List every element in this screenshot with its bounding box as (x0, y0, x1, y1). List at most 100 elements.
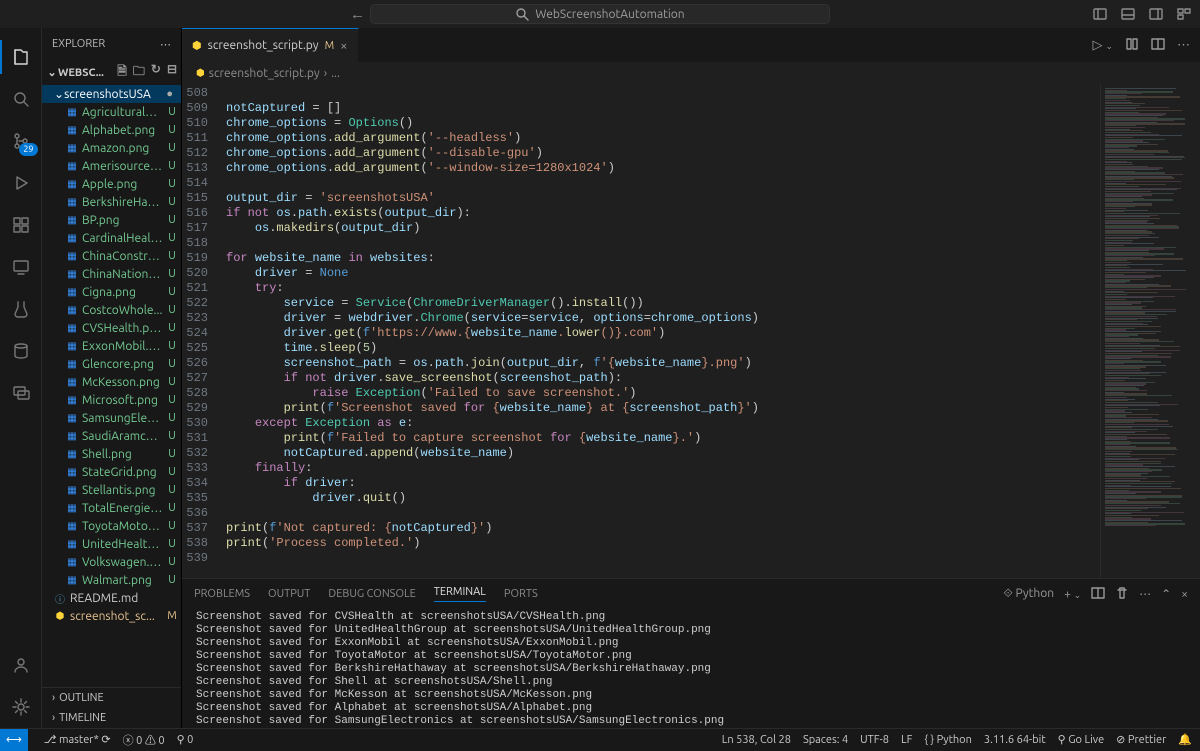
search-icon[interactable] (0, 78, 42, 120)
file-name: McKesson.png (82, 376, 163, 389)
extensions-icon[interactable] (0, 204, 42, 246)
compare-icon[interactable] (1125, 37, 1139, 54)
file-name: SamsungElect... (82, 412, 163, 425)
file-row[interactable]: ▦Apple.pngU (42, 175, 181, 193)
tab-output[interactable]: OUTPUT (268, 588, 310, 600)
file-row[interactable]: ▦TotalEnergies....U (42, 499, 181, 517)
outline-section[interactable]: ›OUTLINE (42, 688, 181, 708)
eol[interactable]: LF (901, 734, 912, 746)
file-row[interactable]: ▦BerkshireHath...U (42, 193, 181, 211)
notifications-icon[interactable]: 🔔 (1178, 733, 1192, 746)
info-icon: ⓘ (54, 591, 66, 606)
indentation[interactable]: Spaces: 4 (803, 734, 848, 746)
tab-ports[interactable]: PORTS (504, 588, 538, 600)
file-name: CVSHealth.png (82, 322, 163, 335)
file-row[interactable]: ▦AgriculturalBa...U (42, 103, 181, 121)
cursor-position[interactable]: Ln 538, Col 28 (722, 734, 791, 746)
tab-problems[interactable]: PROBLEMS (194, 588, 250, 600)
file-row[interactable]: ▦ToyotaMotor....U (42, 517, 181, 535)
git-branch[interactable]: ⎇ master* ⟳ (44, 733, 111, 746)
explorer-icon[interactable] (0, 36, 42, 78)
titlebar: ← → WebScreenshotAutomation (0, 0, 1200, 28)
chat-icon[interactable] (0, 372, 42, 414)
file-row[interactable]: ▦Glencore.pngU (42, 355, 181, 373)
collapse-icon[interactable]: ⊟ (167, 62, 177, 83)
encoding[interactable]: UTF-8 (860, 734, 889, 746)
file-row[interactable]: ▦McKesson.pngU (42, 373, 181, 391)
close-panel-icon[interactable]: × (1181, 588, 1188, 601)
split-icon[interactable] (1151, 37, 1165, 54)
layout-panel-icon[interactable] (1120, 6, 1136, 22)
file-row[interactable]: ▦ChinaConstru...U (42, 247, 181, 265)
file-row[interactable]: ▦SamsungElect...U (42, 409, 181, 427)
new-folder-icon[interactable]: 🗀 (133, 62, 145, 83)
terminal-interpreter[interactable]: ⟐ Python (1003, 587, 1054, 601)
chevron-up-icon[interactable]: ⌃ (1161, 587, 1171, 601)
file-row[interactable]: ▦BP.pngU (42, 211, 181, 229)
refresh-icon[interactable]: ↻ (151, 62, 161, 83)
ports-status[interactable]: ⚲ 0 (177, 733, 194, 746)
file-name: ExxonMobil.png (82, 340, 163, 353)
file-row[interactable]: ▦StateGrid.pngU (42, 463, 181, 481)
language-mode[interactable]: { } Python (924, 734, 972, 746)
breadcrumb[interactable]: ⬢ screenshot_script.py › ... (182, 62, 1200, 84)
more-icon[interactable]: ⋯ (1139, 587, 1151, 601)
file-row[interactable]: ▦Shell.pngU (42, 445, 181, 463)
interpreter[interactable]: 3.11.6 64-bit (984, 734, 1046, 746)
new-file-icon[interactable]: 🗎 (117, 62, 127, 83)
file-row[interactable]: ▦Alphabet.pngU (42, 121, 181, 139)
more-icon[interactable]: ⋯ (1177, 38, 1190, 53)
trash-icon[interactable] (1115, 586, 1129, 603)
nav-back-icon[interactable]: ← (350, 5, 365, 23)
tab-debug-console[interactable]: DEBUG CONSOLE (328, 588, 415, 600)
new-terminal-icon[interactable]: + ⌄ (1064, 588, 1081, 601)
file-row[interactable]: ▦SaudiAramco....U (42, 427, 181, 445)
file-row[interactable]: ▦Microsoft.pngU (42, 391, 181, 409)
layout-customize-icon[interactable] (1176, 6, 1192, 22)
terminal-output[interactable]: Screenshot saved for CVSHealth at screen… (182, 609, 1200, 728)
go-live[interactable]: ⚲ Go Live (1058, 733, 1105, 746)
tab-modified: M (325, 40, 335, 52)
readme-file[interactable]: ⓘ README.md (42, 589, 181, 607)
file-row[interactable]: ▦Walmart.pngU (42, 571, 181, 589)
folder-row[interactable]: ⌄ screenshotsUSA ● (42, 85, 181, 103)
testing-icon[interactable] (0, 288, 42, 330)
minimap[interactable] (1100, 84, 1200, 578)
prettier[interactable]: ⊘ Prettier (1116, 733, 1166, 746)
git-status: U (167, 232, 177, 244)
remote-indicator[interactable]: ⟷ (0, 729, 28, 751)
file-row[interactable]: ▦CostcoWhole...U (42, 301, 181, 319)
run-icon[interactable]: ▷ ⌄ (1092, 38, 1113, 53)
file-row[interactable]: ▦Amazon.pngU (42, 139, 181, 157)
sidebar-more-icon[interactable]: ⋯ (160, 38, 171, 51)
script-file[interactable]: ⬢ screenshot_sc... M (42, 607, 181, 625)
split-terminal-icon[interactable] (1091, 586, 1105, 603)
file-row[interactable]: ▦UnitedHealth...U (42, 535, 181, 553)
git-status: U (167, 124, 177, 136)
remote-icon[interactable] (0, 246, 42, 288)
editor-tab[interactable]: ⬢ screenshot_script.py M × (182, 28, 359, 62)
file-row[interactable]: ▦ExxonMobil.pngU (42, 337, 181, 355)
settings-icon[interactable] (0, 686, 42, 728)
editor-body[interactable]: 5085095105115125135145155165175185195205… (182, 84, 1200, 578)
code-content[interactable]: notCaptured = []chrome_options = Options… (222, 84, 1100, 578)
run-debug-icon[interactable] (0, 162, 42, 204)
file-row[interactable]: ▦Volkswagen.p...U (42, 553, 181, 571)
db-icon[interactable] (0, 330, 42, 372)
problems-status[interactable]: ⓧ 0 ⚠ 0 (123, 732, 165, 748)
close-icon[interactable]: × (340, 39, 347, 53)
source-control-icon[interactable]: 29 (0, 120, 42, 162)
file-row[interactable]: ▦ChinaNational...U (42, 265, 181, 283)
file-row[interactable]: ▦Stellantis.pngU (42, 481, 181, 499)
layout-secondary-icon[interactable] (1148, 6, 1164, 22)
timeline-section[interactable]: ›TIMELINE (42, 708, 181, 728)
tab-terminal[interactable]: TERMINAL (434, 586, 486, 602)
file-row[interactable]: ▦CardinalHealt...U (42, 229, 181, 247)
file-row[interactable]: ▦CVSHealth.pngU (42, 319, 181, 337)
command-center[interactable]: WebScreenshotAutomation (370, 4, 830, 24)
layout-primary-icon[interactable] (1092, 6, 1108, 22)
file-row[interactable]: ▦AmerisourceB...U (42, 157, 181, 175)
workspace-header[interactable]: ⌄ WEBSC... 🗎 🗀 ↻ ⊟ (42, 60, 181, 85)
accounts-icon[interactable] (0, 644, 42, 686)
file-row[interactable]: ▦Cigna.pngU (42, 283, 181, 301)
